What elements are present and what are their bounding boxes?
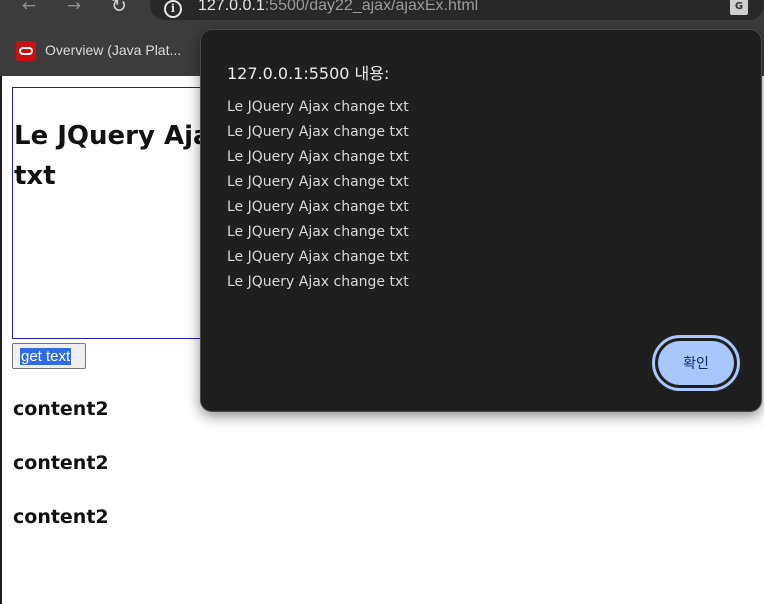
- address-bar[interactable]: i 127.0.0.1:5500/day22_ajax/ajaxEx.html …: [150, 0, 764, 20]
- content-item: content2: [13, 452, 109, 474]
- url-host: 127.0.0.1: [198, 0, 265, 14]
- content-item: content2: [13, 398, 109, 420]
- dialog-message-line: Le JQuery Ajax change txt: [227, 99, 409, 115]
- dialog-message-line: Le JQuery Ajax change txt: [227, 199, 409, 215]
- content-item: content2: [13, 506, 109, 528]
- oracle-logo-icon: [16, 41, 36, 61]
- dialog-message-line: Le JQuery Ajax change txt: [227, 174, 409, 190]
- dialog-ok-button[interactable]: 확인: [652, 335, 740, 391]
- forward-arrow-icon[interactable]: →: [63, 0, 85, 15]
- bookmark-label: Overview (Java Plat...: [45, 42, 182, 58]
- dialog-message-line: Le JQuery Ajax change txt: [227, 224, 409, 240]
- dialog-message-line: Le JQuery Ajax change txt: [227, 124, 409, 140]
- dialog-ok-label: 확인: [658, 341, 734, 385]
- back-arrow-icon[interactable]: ←: [18, 0, 40, 15]
- get-text-button-label: get text: [20, 347, 72, 365]
- reload-icon[interactable]: ↻: [108, 0, 130, 16]
- url-path: :5500/day22_ajax/ajaxEx.html: [264, 0, 479, 14]
- dialog-message-line: Le JQuery Ajax change txt: [227, 149, 409, 165]
- site-info-icon[interactable]: i: [164, 0, 182, 18]
- dialog-message-line: Le JQuery Ajax change txt: [227, 274, 409, 290]
- url-text[interactable]: 127.0.0.1:5500/day22_ajax/ajaxEx.html: [198, 0, 478, 15]
- translate-icon[interactable]: G: [730, 0, 748, 15]
- get-text-button[interactable]: get text: [12, 343, 86, 369]
- dialog-title: 127.0.0.1:5500 내용:: [227, 64, 390, 83]
- dialog-message: Le JQuery Ajax change txt Le JQuery Ajax…: [227, 97, 409, 297]
- alert-dialog: 127.0.0.1:5500 내용: Le JQuery Ajax change…: [200, 29, 762, 412]
- browser-toolbar: ← → ↻ i 127.0.0.1:5500/day22_ajax/ajaxEx…: [0, 0, 764, 24]
- dialog-message-line: Le JQuery Ajax change txt: [227, 249, 409, 265]
